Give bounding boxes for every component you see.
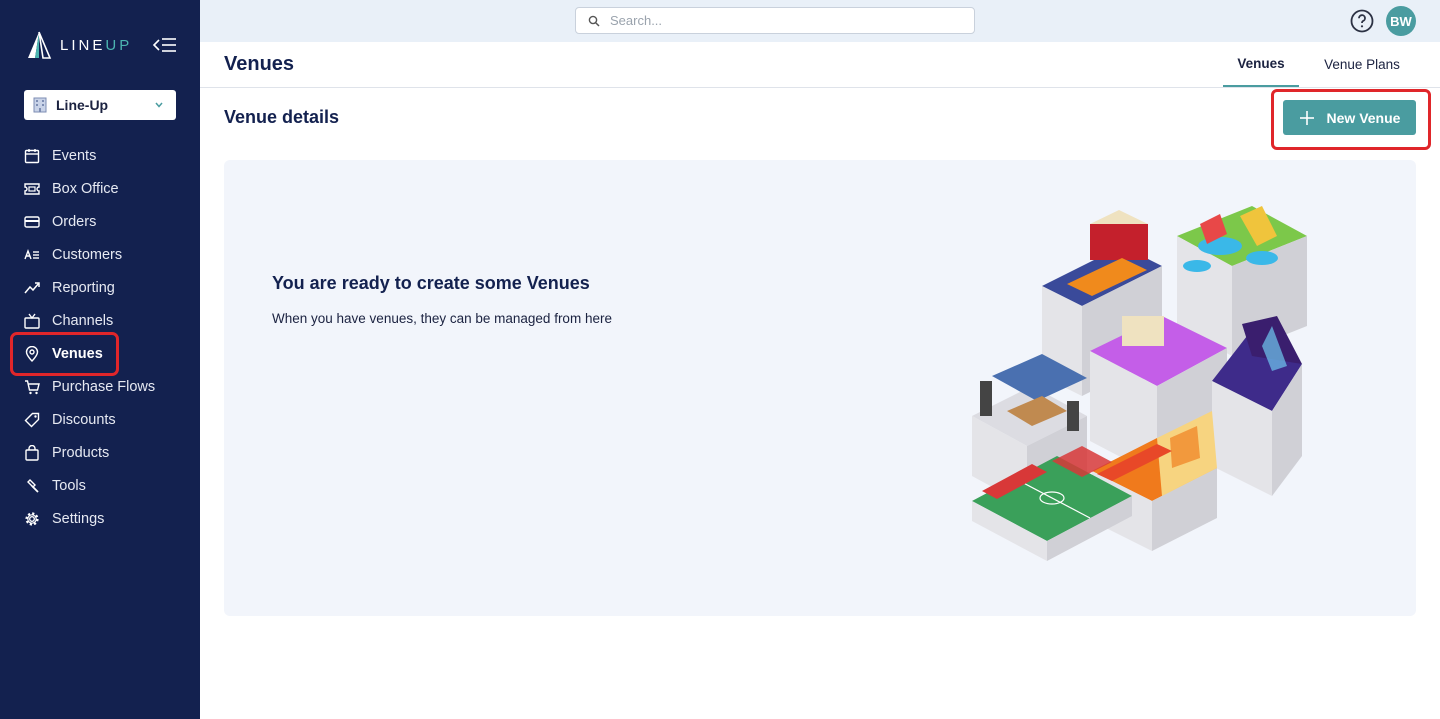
sidebar-item-customers[interactable]: Customers [0,238,200,271]
sidebar-item-label: Purchase Flows [52,378,156,395]
hammer-icon [27,478,39,493]
sidebar-item-label: Venues [52,345,103,362]
tag-icon [24,412,40,427]
tab-venue-plans[interactable]: Venue Plans [1310,42,1414,87]
sidebar-nav: Events Box Office Orders Customers Repor… [0,139,200,535]
sidebar-item-label: Channels [52,312,114,329]
search-box[interactable] [575,7,975,34]
organisation-selector[interactable]: Line-Up [24,90,176,120]
collapse-sidebar-button[interactable] [152,35,178,55]
sidebar-item-label: Tools [52,477,86,494]
map-pin-icon [25,345,39,362]
calendar-icon [24,148,40,163]
sidebar-item-label: Customers [52,246,123,263]
cart-icon [25,379,40,394]
sidebar-item-settings[interactable]: Settings [0,502,200,535]
empty-state-title: You are ready to create some Venues [272,273,590,293]
empty-state-description: When you have venues, they can be manage… [272,311,612,326]
page-header: Venues Venues Venue Plans [200,42,1440,88]
sidebar-item-discounts[interactable]: Discounts [0,403,200,436]
sidebar-item-channels[interactable]: Channels [0,304,200,337]
help-icon[interactable] [1350,9,1374,33]
new-venue-label: New Venue [1326,109,1401,126]
credit-card-icon [24,215,40,228]
sidebar-item-orders[interactable]: Orders [0,205,200,238]
sidebar-item-venues[interactable]: Venues [0,337,200,370]
chevron-down-icon [155,102,163,108]
shopping-bag-icon [25,444,39,461]
building-icon [33,97,47,113]
organisation-name: Line-Up [56,97,109,113]
venues-illustration [972,206,1307,561]
tab-venues[interactable]: Venues [1223,42,1299,87]
customers-icon [24,248,39,259]
empty-state-card: You are ready to create some Venues When… [224,160,1416,616]
sidebar-item-label: Box Office [52,180,119,197]
gear-icon [25,511,39,526]
ticket-icon [24,182,40,195]
section-title: Venue details [224,107,340,127]
sidebar-item-label: Settings [52,510,105,527]
sidebar-item-label: Reporting [52,279,115,296]
lineup-logo[interactable]: LINEUP [24,30,132,60]
lineup-logo-icon [28,31,52,59]
sidebar-item-label: Discounts [52,411,116,428]
sidebar-item-events[interactable]: Events [0,139,200,172]
sidebar-item-box-office[interactable]: Box Office [0,172,200,205]
plus-icon [1299,110,1314,125]
sidebar-item-reporting[interactable]: Reporting [0,271,200,304]
search-input[interactable] [610,13,950,28]
top-bar: BW [200,0,1440,42]
sidebar: LINEUP Line-Up Events Box Office Orders … [0,0,200,719]
new-venue-button[interactable]: New Venue [1283,100,1416,135]
sidebar-item-tools[interactable]: Tools [0,469,200,502]
collapse-menu-icon [152,38,176,52]
tv-icon [24,313,40,329]
page-title: Venues [224,53,295,75]
sidebar-item-purchase-flows[interactable]: Purchase Flows [0,370,200,403]
user-avatar[interactable]: BW [1386,6,1416,36]
sidebar-item-products[interactable]: Products [0,436,200,469]
search-icon [588,15,600,27]
sidebar-item-label: Products [52,444,110,461]
trend-chart-icon [24,281,40,293]
logo-text: LINEUP [60,36,133,54]
sidebar-item-label: Orders [52,213,97,230]
sidebar-item-label: Events [52,147,97,164]
